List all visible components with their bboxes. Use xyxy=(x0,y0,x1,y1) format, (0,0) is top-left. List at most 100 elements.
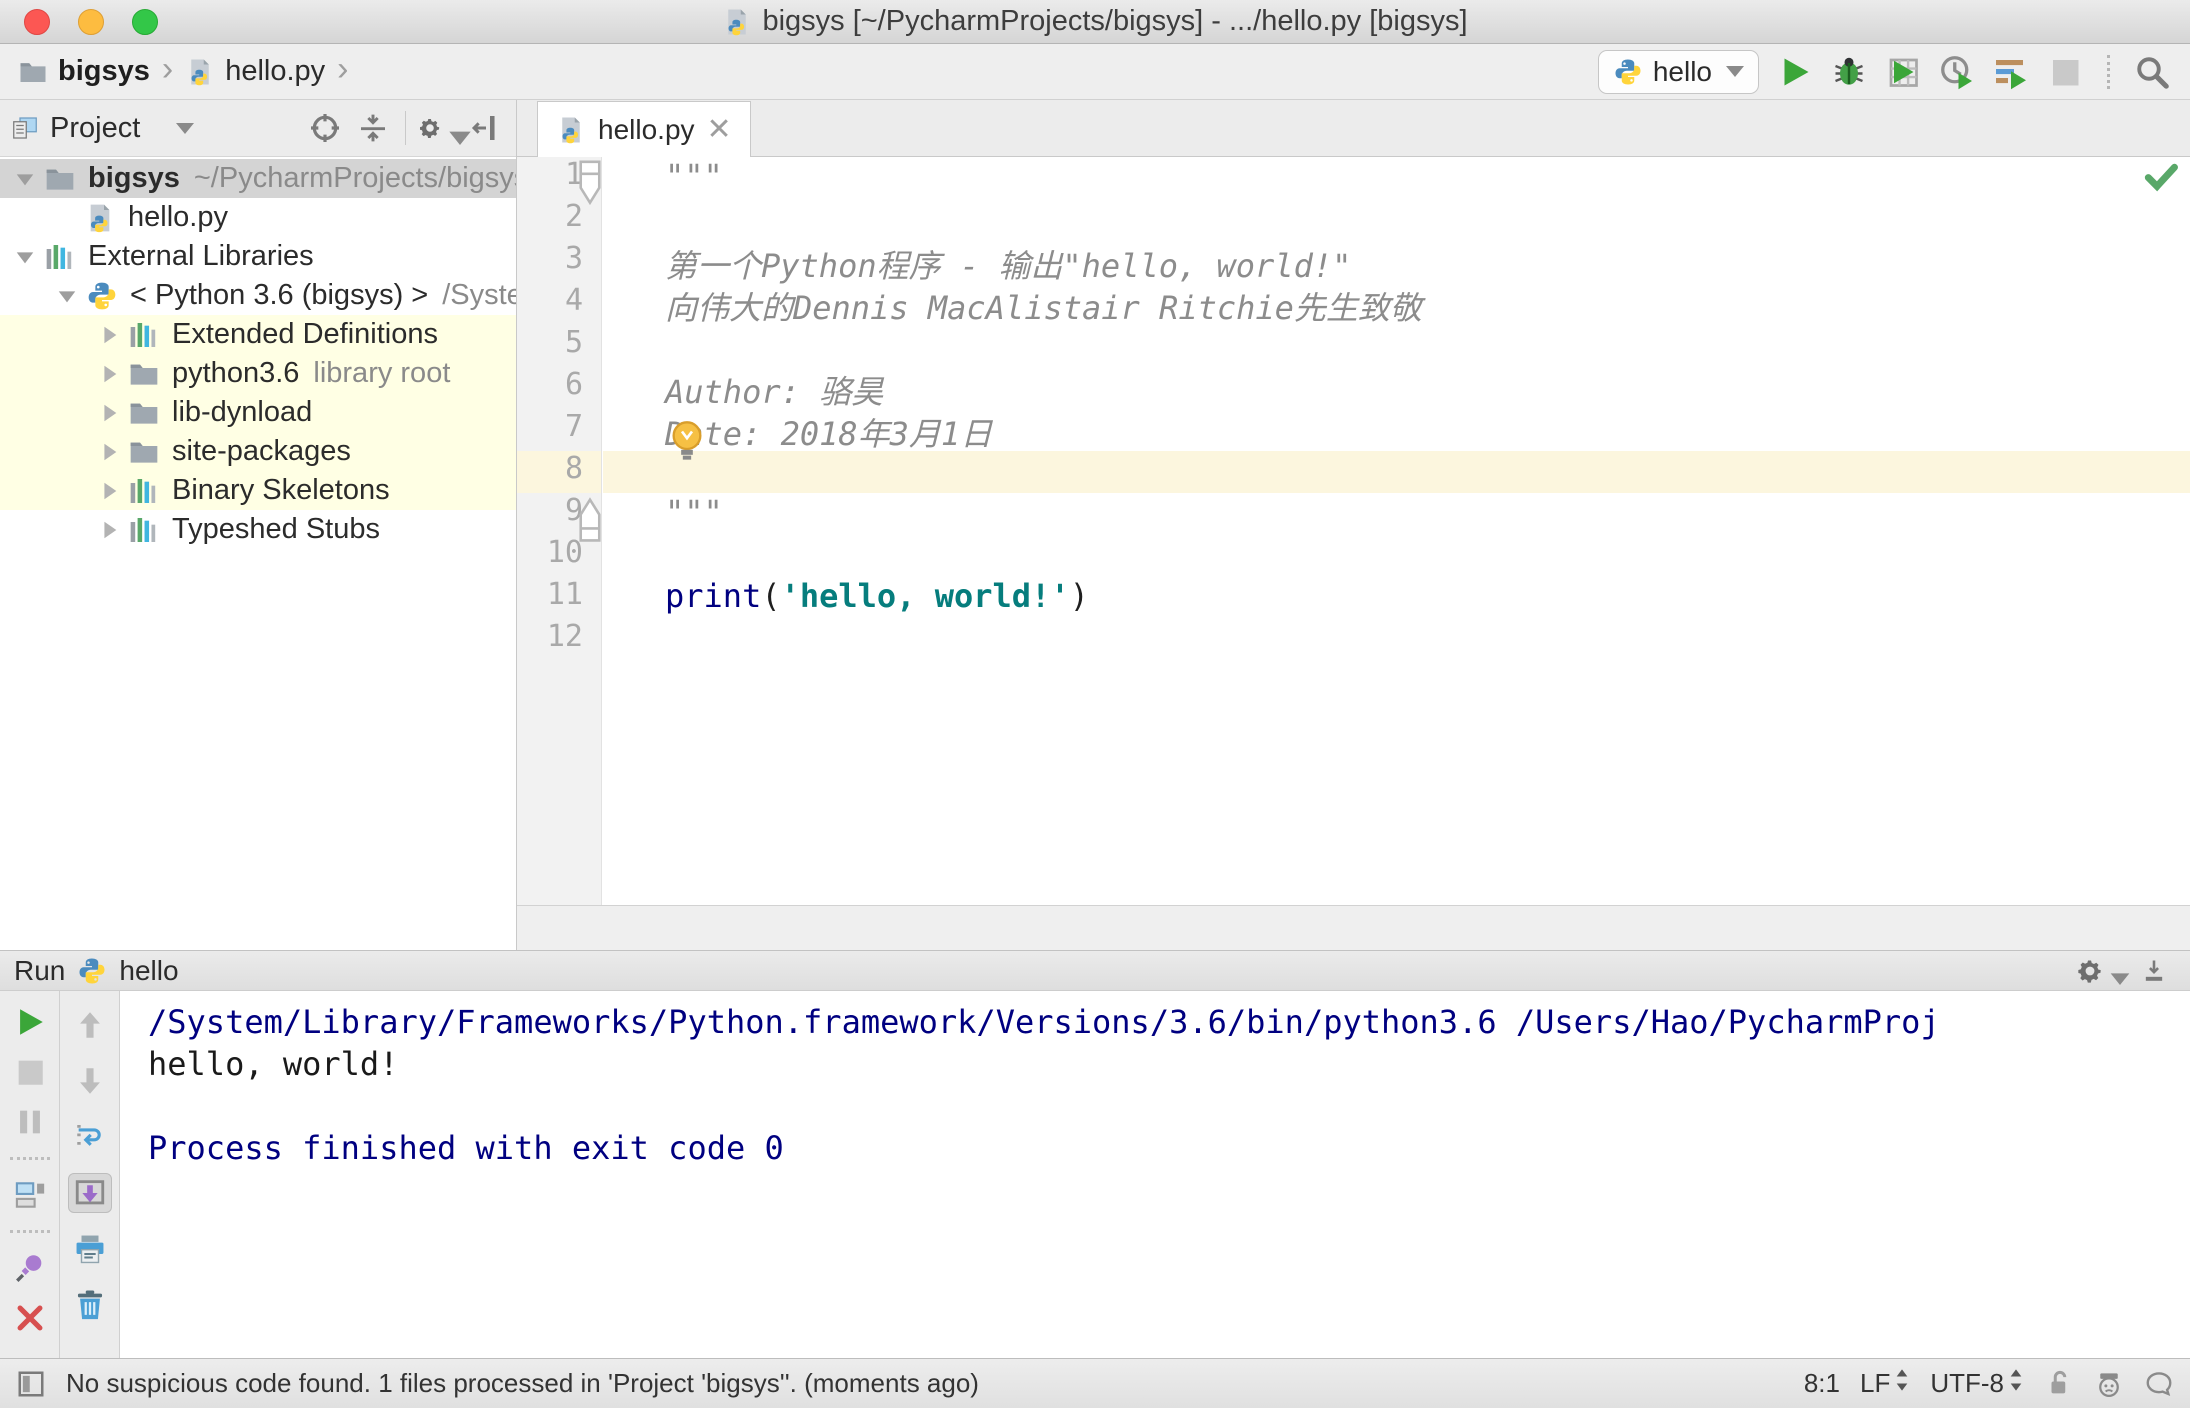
tree-item-external-libraries[interactable]: External Libraries xyxy=(0,237,516,276)
code-segment: """ xyxy=(665,493,723,531)
zoom-window-button[interactable] xyxy=(132,9,158,35)
restore-layout-button[interactable] xyxy=(8,1178,52,1212)
code-line-9[interactable]: """ xyxy=(603,493,2190,535)
line-separator-widget[interactable]: LF xyxy=(1860,1367,1910,1400)
expanded-arrow-icon[interactable] xyxy=(8,246,42,268)
code-line-6[interactable]: Author: 骆昊 xyxy=(603,367,2190,411)
run-settings-gear-button[interactable] xyxy=(2076,954,2130,988)
print-button[interactable] xyxy=(68,1229,112,1269)
code-segment: ( xyxy=(761,577,781,615)
event-log-bubble-icon[interactable] xyxy=(2144,1369,2174,1399)
code-line-1[interactable]: """ xyxy=(603,157,2190,199)
close-tab-icon[interactable]: ✕ xyxy=(707,114,732,145)
tree-item-typeshed-stubs[interactable]: Typeshed Stubs xyxy=(0,510,516,549)
code-line-5[interactable] xyxy=(603,325,2190,367)
expanded-arrow-icon[interactable] xyxy=(50,285,84,307)
pause-output-button[interactable] xyxy=(8,1105,52,1139)
up-stacktrace-button[interactable] xyxy=(68,1005,112,1045)
collapsed-arrow-icon[interactable] xyxy=(92,324,126,346)
tree-item-extended-definitions[interactable]: Extended Definitions xyxy=(0,315,516,354)
tab-hello-py[interactable]: hello.py ✕ xyxy=(537,101,751,157)
tree-item-hello.py[interactable]: hello.py xyxy=(0,198,516,237)
run-panel-header: Run hello xyxy=(0,951,2190,991)
search-everywhere-button[interactable] xyxy=(2132,52,2172,92)
encoding-widget[interactable]: UTF-8 xyxy=(1930,1367,2024,1400)
rerun-button[interactable] xyxy=(8,1005,52,1039)
intention-bulb-icon[interactable] xyxy=(667,419,707,463)
close-window-button[interactable] xyxy=(24,9,50,35)
code-line-12[interactable] xyxy=(603,619,2190,661)
tree-item-python-3.6-bigsys[interactable]: < Python 3.6 (bigsys) > /System xyxy=(0,276,516,315)
line-number[interactable]: 3 xyxy=(517,241,601,283)
line-number[interactable]: 12 xyxy=(517,619,601,661)
clear-all-button[interactable] xyxy=(68,1285,112,1325)
tab-label: hello.py xyxy=(598,113,695,145)
collapsed-arrow-icon[interactable] xyxy=(92,363,126,385)
soft-wrap-button[interactable] xyxy=(68,1117,112,1157)
run-console[interactable]: /System/Library/Frameworks/Python.framew… xyxy=(120,991,2190,1358)
code-line-8[interactable] xyxy=(603,451,2190,493)
line-number[interactable]: 8 xyxy=(517,451,601,493)
code-line-3[interactable]: 第一个Python程序 - 输出"hello, world!" xyxy=(603,241,2190,285)
tree-item-suffix: library root xyxy=(313,357,451,389)
close-button[interactable] xyxy=(8,1301,52,1335)
code-line-2[interactable] xyxy=(603,199,2190,241)
pin-tab-button[interactable] xyxy=(8,1251,52,1285)
folder-icon xyxy=(18,57,48,87)
tree-item-site-packages[interactable]: site-packages xyxy=(0,432,516,471)
collapsed-arrow-icon[interactable] xyxy=(92,441,126,463)
scroll-to-end-button[interactable] xyxy=(67,1173,112,1213)
chevron-down-icon[interactable] xyxy=(176,122,195,134)
stop-button[interactable] xyxy=(8,1055,52,1089)
run-button[interactable] xyxy=(1775,52,1815,92)
chevron-right-icon: › xyxy=(161,50,174,88)
code-line-7[interactable]: Date: 2018年3月1日 xyxy=(603,409,2190,453)
breadcrumb-file[interactable]: hello.py xyxy=(225,55,325,88)
profile-button[interactable] xyxy=(1937,52,1977,92)
code-segment: 向伟大的Dennis MacAlistair Ritchie先生致敬 xyxy=(665,289,1422,327)
code-line-4[interactable]: 向伟大的Dennis MacAlistair Ritchie先生致敬 xyxy=(603,283,2190,327)
line-number[interactable]: 6 xyxy=(517,367,601,409)
minimize-window-button[interactable] xyxy=(78,9,104,35)
run-with-coverage-button[interactable] xyxy=(1883,52,1923,92)
tool-window-toggle-icon[interactable] xyxy=(16,1369,46,1399)
code-text[interactable]: """ 第一个Python程序 - 输出"hello, world!" 向伟大的De… xyxy=(603,157,2190,905)
collapse-all-button[interactable] xyxy=(353,108,393,148)
caret-position-widget[interactable]: 8:1 xyxy=(1804,1368,1840,1399)
toolbar-separator xyxy=(9,1157,50,1160)
line-number[interactable]: 7 xyxy=(517,409,601,451)
collapsed-arrow-icon[interactable] xyxy=(92,402,126,424)
tree-item-bigsys[interactable]: bigsys ~/PycharmProjects/bigsys xyxy=(0,159,516,198)
tree-item-binary-skeletons[interactable]: Binary Skeletons xyxy=(0,471,516,510)
hector-inspector-icon[interactable] xyxy=(2094,1369,2124,1399)
lock-icon[interactable] xyxy=(2044,1369,2074,1399)
hide-run-panel-button[interactable] xyxy=(2132,954,2176,988)
locate-file-button[interactable] xyxy=(305,108,345,148)
code-editor[interactable]: 1 2 3 4 5 6 7 8 9 10 11 12 """ 第一个Python程序 - 输出"hell… xyxy=(517,157,2190,905)
settings-gear-button[interactable] xyxy=(418,108,471,148)
hide-panel-button[interactable] xyxy=(466,108,506,148)
fold-region-end-icon[interactable] xyxy=(577,495,603,542)
line-number[interactable]: 4 xyxy=(517,283,601,325)
collapsed-arrow-icon[interactable] xyxy=(92,519,126,541)
debug-button[interactable] xyxy=(1829,52,1869,92)
run-panel-config[interactable]: hello xyxy=(119,955,178,987)
tree-item-lib-dynload[interactable]: lib-dynload xyxy=(0,393,516,432)
inspection-ok-icon[interactable] xyxy=(2142,157,2180,195)
down-stacktrace-button[interactable] xyxy=(68,1061,112,1101)
line-number[interactable]: 5 xyxy=(517,325,601,367)
project-panel-title[interactable]: Project xyxy=(50,112,140,145)
line-number[interactable]: 11 xyxy=(517,577,601,619)
tree-item-python3.6[interactable]: python3.6 library root xyxy=(0,354,516,393)
code-line-11[interactable]: print('hello, world!') xyxy=(603,577,2190,619)
run-tool-window: Run hello /System/Library/Frameworks/Pyt… xyxy=(0,950,2190,1375)
run-panel-title[interactable]: Run xyxy=(14,955,65,987)
code-line-10[interactable] xyxy=(603,535,2190,577)
concurrency-diagram-button[interactable] xyxy=(1991,52,2031,92)
breadcrumb-project[interactable]: bigsys xyxy=(58,55,150,88)
expanded-arrow-icon[interactable] xyxy=(8,168,42,190)
collapsed-arrow-icon[interactable] xyxy=(92,480,126,502)
editor-area: hello.py ✕ 1 2 3 4 5 6 7 8 9 10 11 12 """ 第一个Python程… xyxy=(517,100,2190,950)
run-configuration-select[interactable]: hello xyxy=(1597,49,1759,94)
fold-region-start-icon[interactable] xyxy=(577,159,603,206)
